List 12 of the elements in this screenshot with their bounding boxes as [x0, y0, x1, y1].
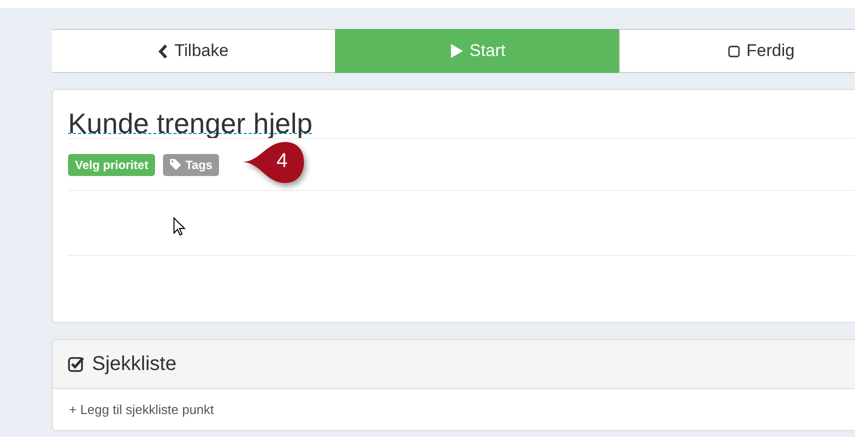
back-button[interactable]: Tilbake — [52, 29, 336, 73]
add-checklist-item-link[interactable]: + Legg til sjekkliste punkt — [69, 402, 214, 417]
checkbox-icon — [728, 44, 740, 58]
cursor-icon — [173, 217, 186, 237]
done-button[interactable]: Ferdig — [619, 29, 855, 73]
callout-number: 4 — [275, 150, 289, 173]
tag-icon — [170, 159, 182, 170]
callout-marker — [242, 142, 306, 184]
checked-box-icon — [68, 356, 85, 372]
play-icon — [450, 43, 464, 59]
checklist-heading: Sjekkliste — [92, 352, 176, 376]
chevron-left-icon — [158, 44, 168, 58]
